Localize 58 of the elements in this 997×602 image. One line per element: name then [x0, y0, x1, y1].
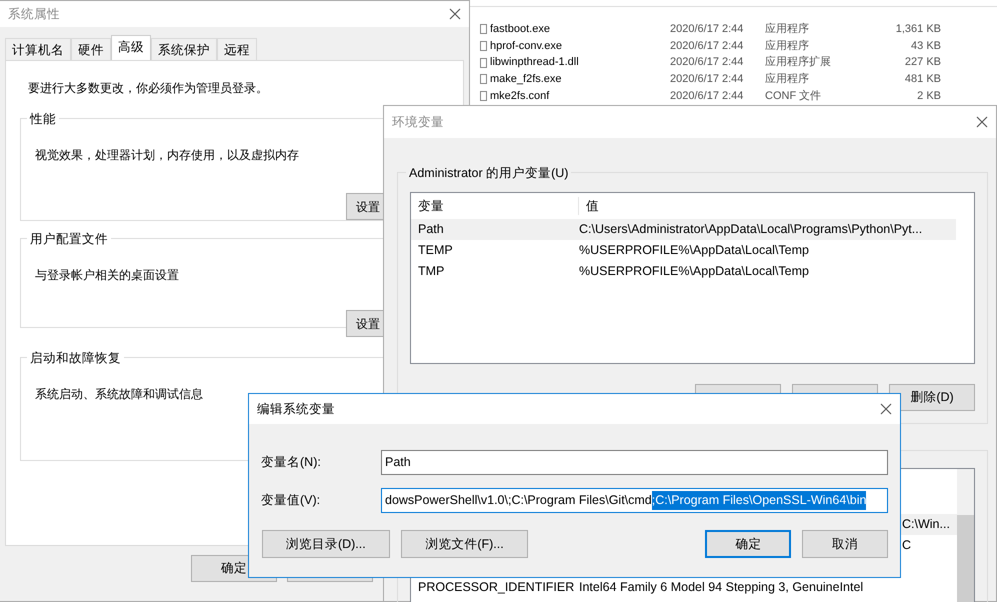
file-type: 应用程序 [765, 22, 810, 38]
file-date: 2020/6/17 2:44 [670, 88, 744, 104]
group-description: 与登录帐户相关的桌面设置 [34, 267, 179, 284]
file-type: 应用程序 [765, 38, 810, 54]
file-name[interactable]: mke2fs.conf [490, 88, 550, 104]
scrollbar[interactable] [957, 469, 974, 602]
column-header[interactable]: 变量 [411, 196, 579, 216]
file-name[interactable]: make_f2fs.exe [490, 71, 562, 88]
tab[interactable]: 硬件 [71, 38, 111, 60]
file-type: 应用程序扩展 [765, 54, 832, 70]
value-label: 变量值(V): [261, 492, 322, 510]
cancel-button[interactable]: 取消 [802, 530, 888, 558]
list-row[interactable]: PROCESSOR_IDENTIFIER Intel64 Family 6 Model 94 Stepping 3, GenuineIntel [411, 577, 957, 598]
file-name[interactable]: hprof-conv.exe [490, 38, 562, 54]
dialog-title: 编辑系统变量 [257, 400, 335, 418]
window-title: 系统属性 [8, 6, 60, 23]
close-icon[interactable] [449, 8, 461, 20]
file-icon [480, 74, 487, 84]
file-icon [480, 41, 487, 52]
file-name[interactable]: fastboot.exe [490, 21, 550, 38]
name-label: 变量名(N): [261, 454, 322, 472]
column-header[interactable]: 值 [579, 196, 974, 216]
browse-file-button[interactable]: 浏览文件(F)... [400, 530, 528, 558]
file-date: 2020/6/17 2:44 [670, 22, 744, 38]
file-date: 2020/6/17 2:44 [670, 72, 744, 88]
group-description: 系统启动、系统故障和调试信息 [34, 386, 203, 403]
file-icon [480, 58, 487, 68]
file-name[interactable]: libwinpthread-1.dll [490, 54, 579, 71]
close-icon[interactable] [976, 116, 988, 128]
file-size: 227 KB [904, 55, 941, 70]
notice-text: 要进行大多数更改，你必须作为管理员登录。 [27, 80, 269, 97]
window-title: 环境变量 [392, 114, 444, 131]
group-title: Administrator 的用户变量(U) [406, 164, 572, 183]
tab[interactable]: 高级 [111, 35, 151, 60]
browse-directory-button[interactable]: 浏览目录(D)... [262, 530, 390, 558]
delete-button[interactable]: 删除(D) [889, 384, 975, 411]
file-size: 481 KB [904, 72, 941, 88]
file-icon [480, 91, 487, 102]
close-icon[interactable] [880, 403, 892, 415]
name-field[interactable]: Path [381, 450, 888, 475]
file-icon [480, 24, 487, 34]
file-type: 应用程序 [765, 72, 810, 88]
group-description: 视觉效果，处理器计划，内存使用，以及虚拟内存 [34, 147, 299, 164]
file-date: 2020/6/17 2:44 [670, 38, 744, 54]
file-type: CONF 文件 [765, 88, 822, 104]
tab[interactable]: 系统保护 [151, 38, 217, 60]
tab[interactable]: 远程 [217, 38, 257, 60]
list-row[interactable]: Path C:\Users\Administrator\AppData\Local\Programs\Python\Pyt... [411, 219, 956, 240]
file-date: 2020/6/17 2:44 [670, 55, 744, 70]
ok-button[interactable]: 确定 [705, 530, 792, 558]
list-row[interactable]: TMP %USERPROFILE%\AppData\Local\Temp [411, 261, 956, 282]
file-size: 43 KB [910, 38, 941, 54]
list-row[interactable]: TEMP %USERPROFILE%\AppData\Local\Temp [411, 240, 956, 261]
tab[interactable]: 计算机名 [5, 38, 71, 60]
file-size: 2 KB [916, 88, 941, 104]
file-size: 1,361 KB [894, 22, 941, 38]
scroll-thumb[interactable] [957, 515, 974, 602]
value-field[interactable]: dowsPowerShell\v1.0\;C:\Program Files\Git\cmd;C:\Program Files\OpenSSL-Win64\bin [381, 488, 888, 513]
